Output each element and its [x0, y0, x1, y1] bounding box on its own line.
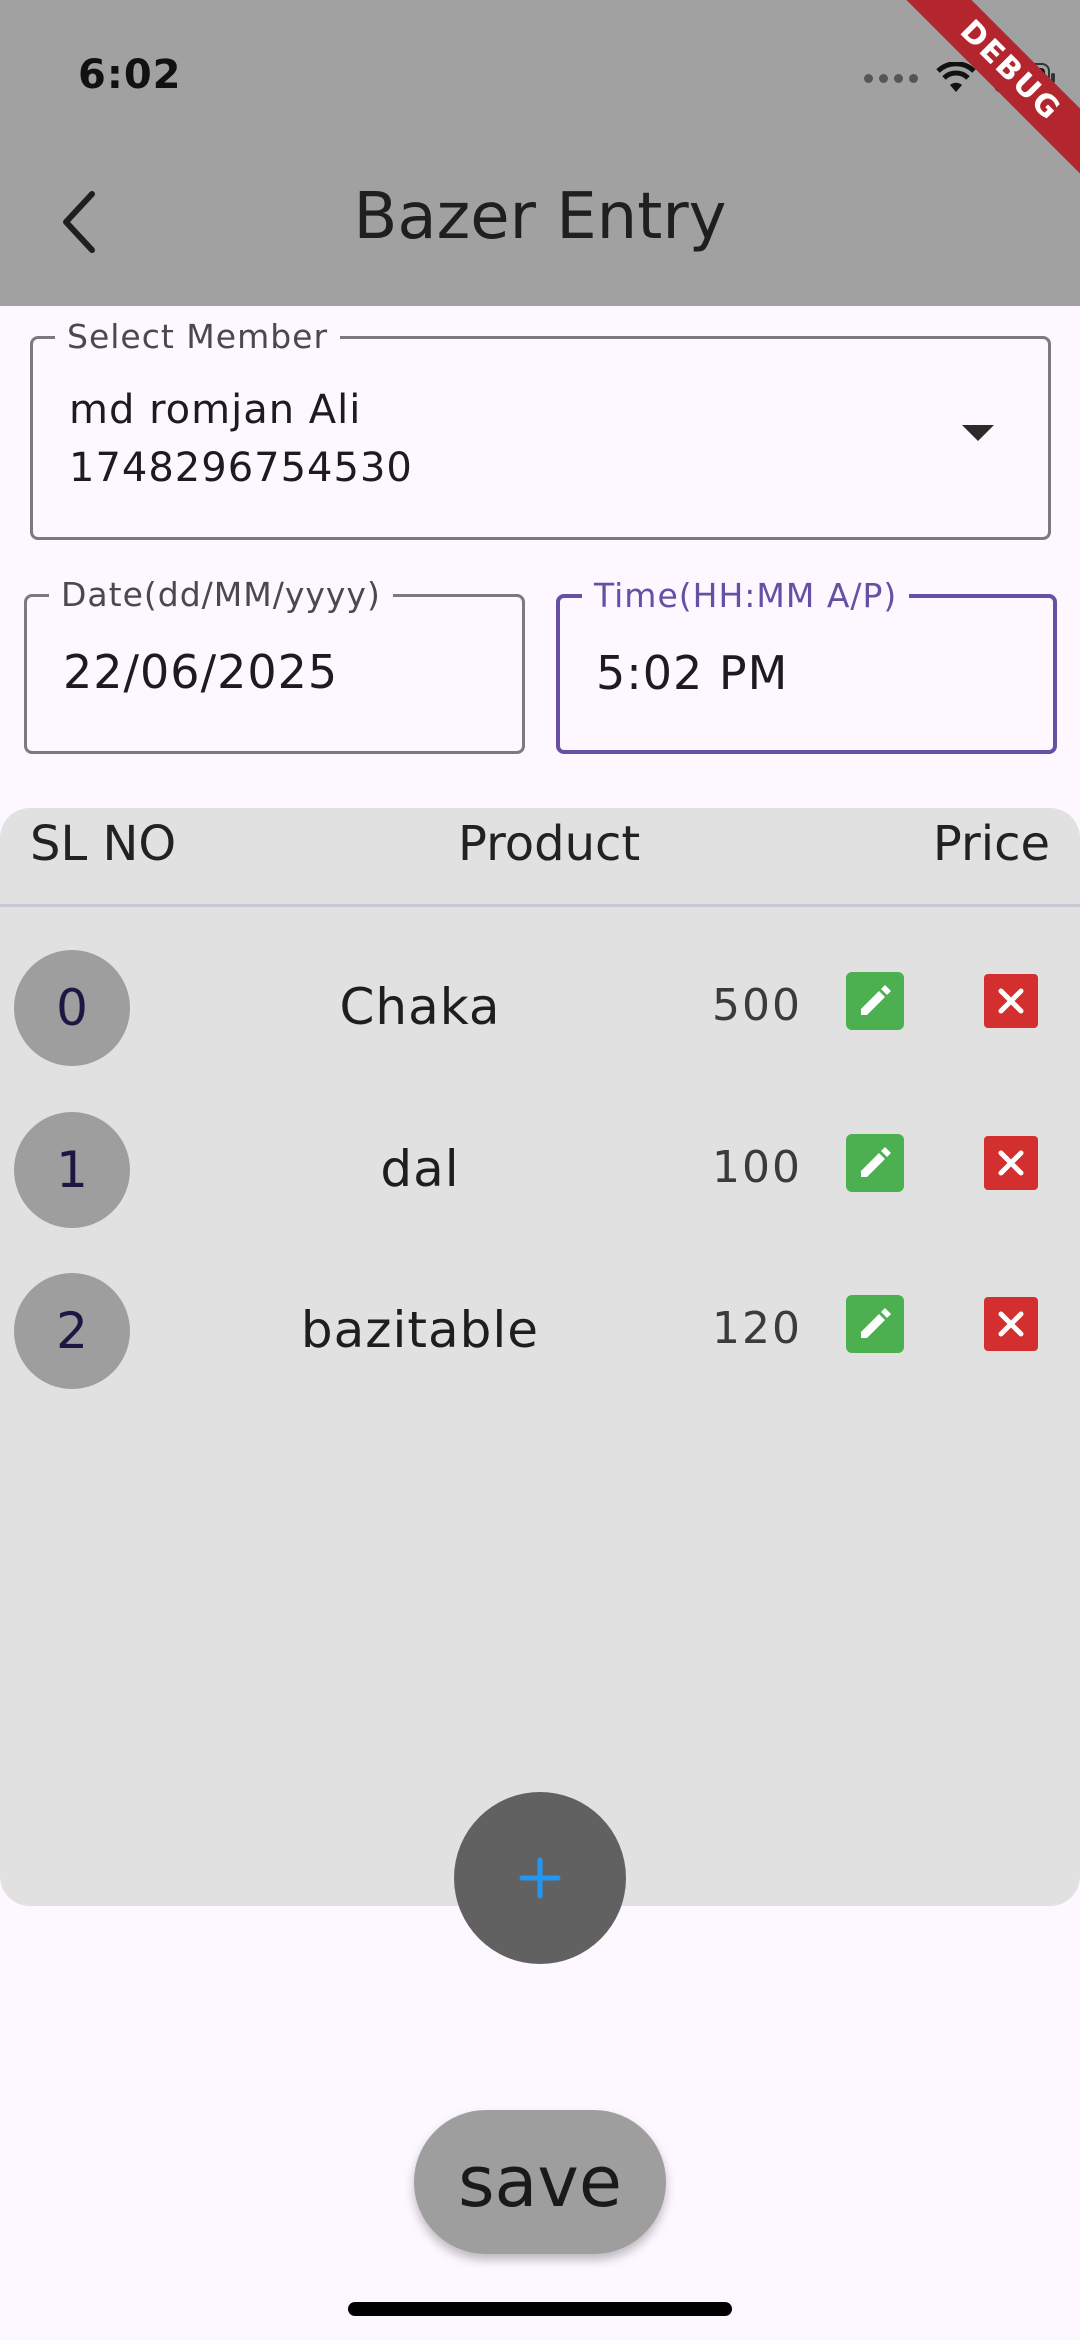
- wifi-icon: [936, 62, 976, 92]
- signal-icon: [864, 73, 918, 83]
- delete-button[interactable]: [984, 1136, 1038, 1190]
- product-name: Chaka: [339, 978, 501, 1036]
- member-name: md romjan Ali: [69, 387, 362, 433]
- table-row: 0 Chaka 500: [0, 950, 1080, 1070]
- edit-icon: [861, 1308, 891, 1338]
- member-select-dropdown[interactable]: Select Member md romjan Ali 174829675453…: [30, 315, 1051, 540]
- table-row: 2 bazitable 120: [0, 1273, 1080, 1393]
- date-field-label: Date(dd/MM/yyyy): [49, 573, 393, 617]
- table-header: SL NO Product Price: [0, 808, 1080, 907]
- save-button[interactable]: save: [414, 2110, 666, 2254]
- date-field[interactable]: Date(dd/MM/yyyy) 22/06/2025: [24, 573, 525, 754]
- close-icon: [998, 988, 1024, 1014]
- time-field-label: Time(HH:MM A/P): [582, 574, 910, 618]
- date-field-value: 22/06/2025: [63, 645, 339, 699]
- time-field[interactable]: Time(HH:MM A/P) 5:02 PM: [556, 574, 1057, 754]
- product-name: dal: [380, 1140, 460, 1198]
- sl-number-badge: 0: [14, 950, 130, 1066]
- close-icon: [998, 1150, 1024, 1176]
- close-icon: [998, 1311, 1024, 1337]
- member-select-label: Select Member: [55, 315, 341, 359]
- edit-button[interactable]: [846, 972, 904, 1030]
- home-indicator: [348, 2302, 732, 2316]
- table-row: 1 dal 100: [0, 1112, 1080, 1232]
- product-price: 100: [712, 1142, 802, 1193]
- page-title: Bazer Entry: [353, 180, 727, 254]
- time-field-value: 5:02 PM: [596, 646, 789, 700]
- edit-icon: [861, 1147, 891, 1177]
- delete-button[interactable]: [984, 974, 1038, 1028]
- debug-ribbon: DEBUG: [880, 0, 1080, 201]
- product-price: 120: [712, 1303, 802, 1354]
- status-time: 6:02: [78, 52, 182, 98]
- plus-icon: [519, 1857, 561, 1899]
- sl-number-badge: 1: [14, 1112, 130, 1228]
- add-item-button[interactable]: [454, 1792, 626, 1964]
- delete-button[interactable]: [984, 1297, 1038, 1351]
- sl-number-badge: 2: [14, 1273, 130, 1389]
- header-sl-no: SL NO: [30, 816, 177, 872]
- dropdown-arrow-icon: [962, 425, 994, 441]
- edit-icon: [861, 985, 891, 1015]
- edit-button[interactable]: [846, 1295, 904, 1353]
- product-price: 500: [712, 980, 802, 1031]
- app-bar: 6:02 DEBUG Bazer Entry: [0, 0, 1080, 306]
- product-name: bazitable: [300, 1301, 540, 1359]
- header-price: Price: [932, 816, 1050, 872]
- member-id: 1748296754530: [69, 445, 413, 491]
- product-table: SL NO Product Price 0 Chaka 500 1 dal 10…: [0, 808, 1080, 1906]
- header-product: Product: [458, 816, 641, 872]
- edit-button[interactable]: [846, 1134, 904, 1192]
